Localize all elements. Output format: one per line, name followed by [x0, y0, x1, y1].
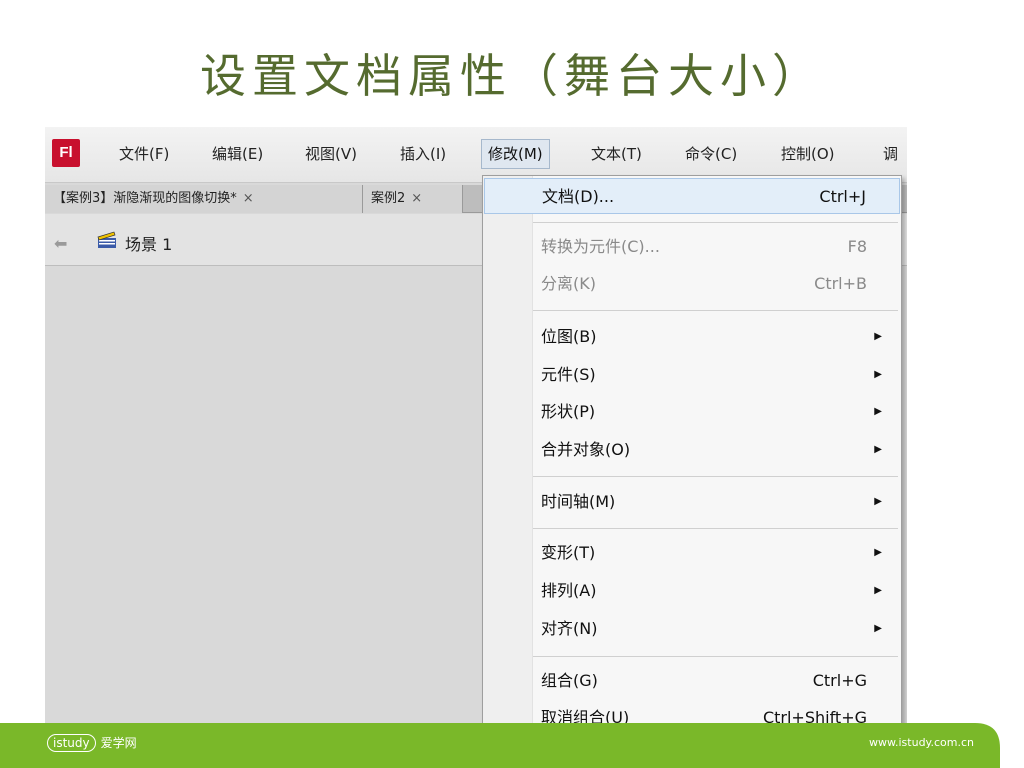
menu-item-transform[interactable]: 变形(T) ▶ — [484, 535, 900, 571]
close-icon[interactable]: × — [411, 191, 422, 206]
menu-item-arrange[interactable]: 排列(A) ▶ — [484, 573, 900, 609]
tab-label: 案例2 — [371, 191, 406, 206]
back-arrow-icon[interactable]: ⬅ — [54, 234, 67, 253]
submenu-arrow-icon: ▶ — [874, 623, 882, 634]
clapperboard-icon — [97, 231, 116, 248]
modify-menu-dropdown: 文档(D)... Ctrl+J 转换为元件(C)... F8 分离(K) Ctr… — [482, 175, 902, 727]
menu-item-align[interactable]: 对齐(N) ▶ — [484, 611, 900, 647]
submenu-arrow-icon: ▶ — [874, 496, 882, 507]
menu-item-combine-objects[interactable]: 合并对象(O) ▶ — [484, 432, 900, 468]
menu-file[interactable]: 文件(F) — [113, 139, 175, 169]
close-icon[interactable]: × — [243, 191, 254, 206]
menu-item-bitmap[interactable]: 位图(B) ▶ — [484, 319, 900, 355]
flash-logo-icon: Fl — [52, 139, 80, 167]
menu-item-break-apart[interactable]: 分离(K) Ctrl+B — [484, 266, 900, 302]
istudy-logo: istudy 爱学网 — [47, 734, 137, 752]
menu-separator — [533, 528, 898, 529]
menu-item-symbol[interactable]: 元件(S) ▶ — [484, 357, 900, 393]
menu-separator — [533, 476, 898, 477]
menu-item-group[interactable]: 组合(G) Ctrl+G — [484, 663, 900, 699]
submenu-arrow-icon: ▶ — [874, 444, 882, 455]
footer-url: www.istudy.com.cn — [869, 736, 974, 749]
menu-text[interactable]: 文本(T) — [585, 139, 648, 169]
submenu-arrow-icon: ▶ — [874, 547, 882, 558]
menu-item-shape[interactable]: 形状(P) ▶ — [484, 394, 900, 430]
menu-separator — [533, 310, 898, 311]
menu-control[interactable]: 控制(O) — [775, 139, 841, 169]
flash-screenshot: Fl 文件(F) 编辑(E) 视图(V) 插入(I) 修改(M) 文本(T) 命… — [45, 127, 907, 727]
menu-debug[interactable]: 调 — [877, 139, 904, 169]
tab-label: 【案例3】渐隐渐现的图像切换* — [53, 191, 237, 206]
submenu-arrow-icon: ▶ — [874, 331, 882, 342]
menu-item-timeline[interactable]: 时间轴(M) ▶ — [484, 484, 900, 520]
slide-title: 设置文档属性（舞台大小） — [200, 49, 824, 103]
submenu-arrow-icon: ▶ — [874, 406, 882, 417]
submenu-arrow-icon: ▶ — [874, 369, 882, 380]
scene-label[interactable]: 场景 1 — [125, 231, 172, 255]
menu-modify[interactable]: 修改(M) — [481, 139, 550, 169]
tab-case2[interactable]: 案例2 × — [363, 185, 463, 213]
menu-separator — [533, 222, 898, 223]
tab-case3[interactable]: 【案例3】渐隐渐现的图像切换* × — [45, 185, 363, 213]
submenu-arrow-icon: ▶ — [874, 585, 882, 596]
menu-separator — [533, 656, 898, 657]
menu-commands[interactable]: 命令(C) — [679, 139, 743, 169]
menu-view[interactable]: 视图(V) — [299, 139, 363, 169]
menu-item-document[interactable]: 文档(D)... Ctrl+J — [484, 178, 900, 214]
menu-insert[interactable]: 插入(I) — [394, 139, 452, 169]
menu-edit[interactable]: 编辑(E) — [206, 139, 269, 169]
menu-item-convert-to-symbol[interactable]: 转换为元件(C)... F8 — [484, 229, 900, 265]
